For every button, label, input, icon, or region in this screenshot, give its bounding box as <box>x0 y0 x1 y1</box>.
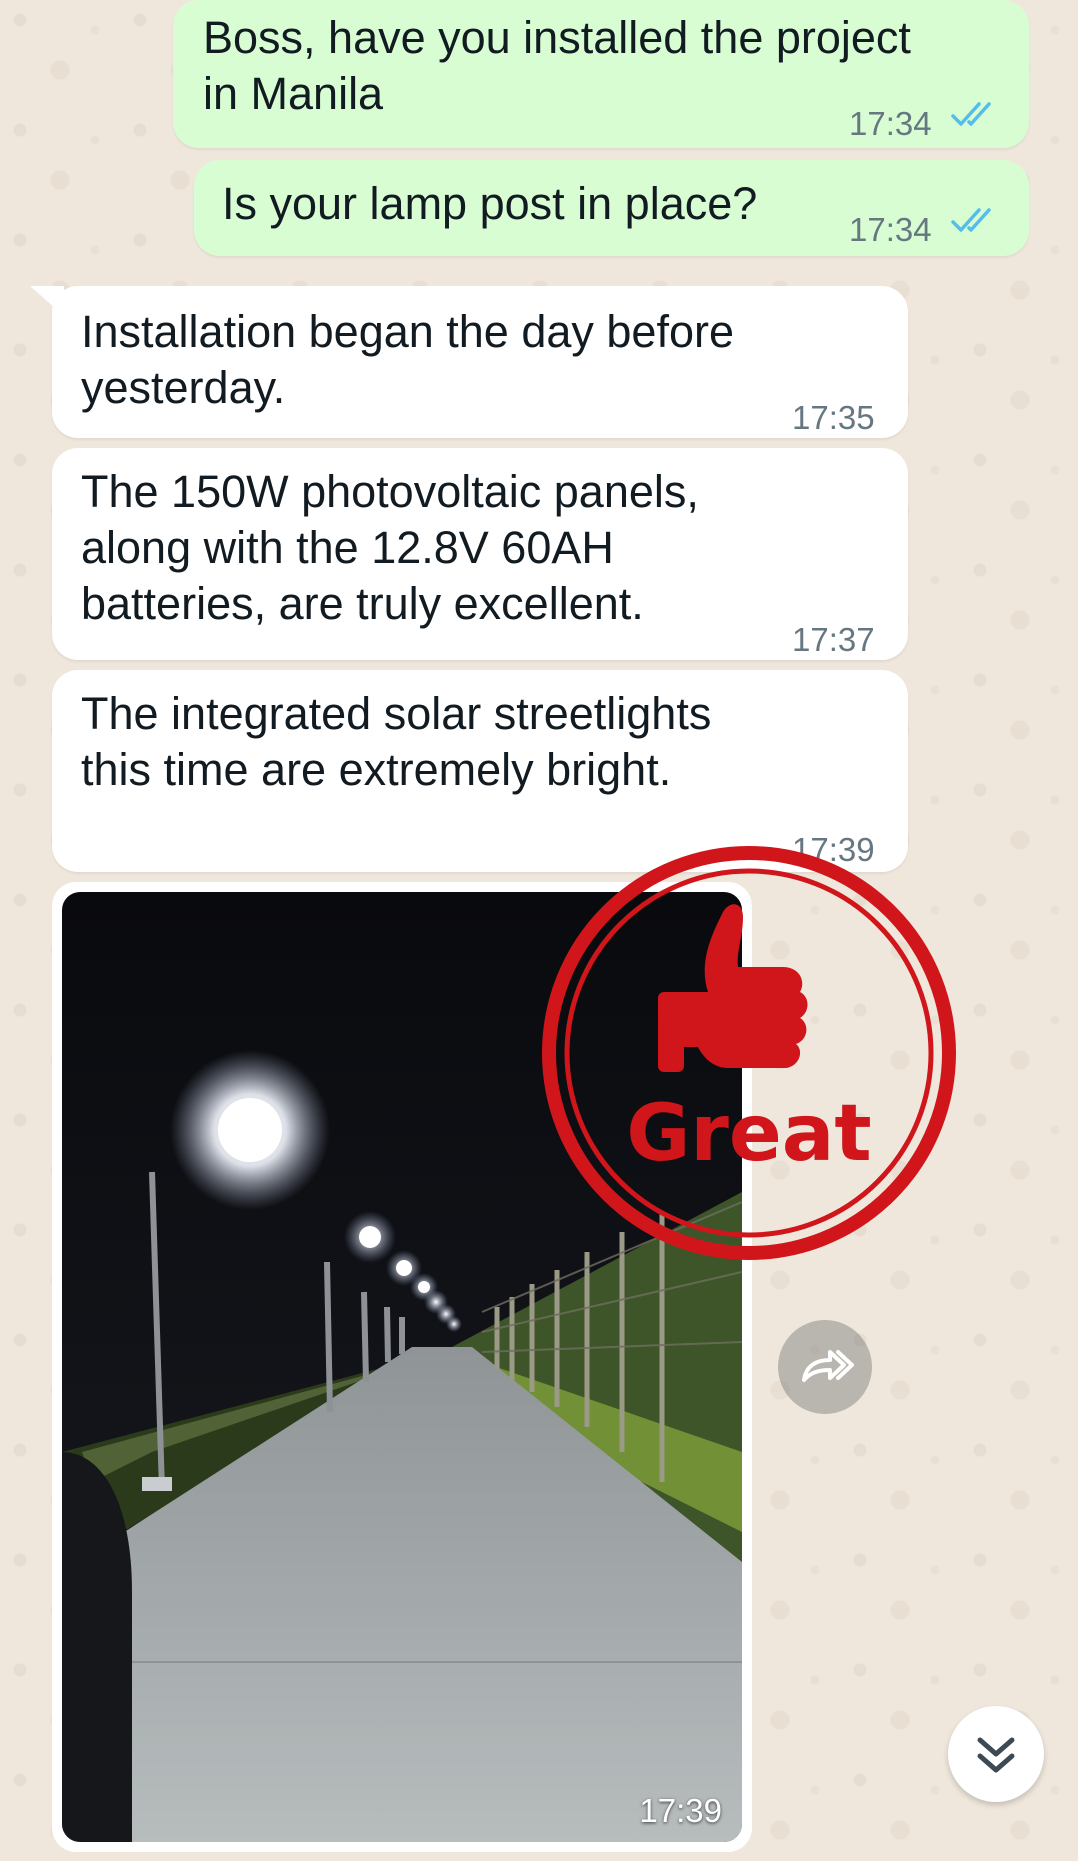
forward-icon <box>802 1350 854 1382</box>
message-text: Installation began the day before yester… <box>81 306 734 413</box>
message-text: The integrated solar streetlights this t… <box>81 688 712 795</box>
message-outgoing[interactable]: Is your lamp post in place? 17:34 <box>194 160 1029 256</box>
stamp-text: Great <box>626 1089 871 1179</box>
great-stamp: Great <box>542 846 956 1260</box>
message-text: Boss, have you installed the project in … <box>203 12 911 119</box>
message-time: 17:37 <box>792 621 875 658</box>
photo-time: 17:39 <box>639 1792 722 1829</box>
message-time: 17:34 <box>849 211 932 248</box>
thumbs-up-icon <box>658 904 808 1072</box>
message-time: 17:34 <box>849 105 932 142</box>
scroll-to-bottom-button[interactable] <box>948 1706 1044 1802</box>
chevron-double-down-icon <box>977 1737 1015 1773</box>
double-check-icon <box>951 102 991 126</box>
message-incoming[interactable]: Installation began the day before yester… <box>52 286 908 438</box>
message-incoming[interactable]: The 150W photovoltaic panels, along with… <box>52 448 908 660</box>
message-text: The 150W photovoltaic panels, along with… <box>81 466 699 629</box>
message-text: Is your lamp post in place? <box>222 178 758 229</box>
message-time: 17:35 <box>792 399 875 436</box>
message-outgoing[interactable]: Boss, have you installed the project in … <box>173 0 1029 148</box>
double-check-icon <box>951 208 991 232</box>
forward-button[interactable] <box>778 1320 872 1414</box>
